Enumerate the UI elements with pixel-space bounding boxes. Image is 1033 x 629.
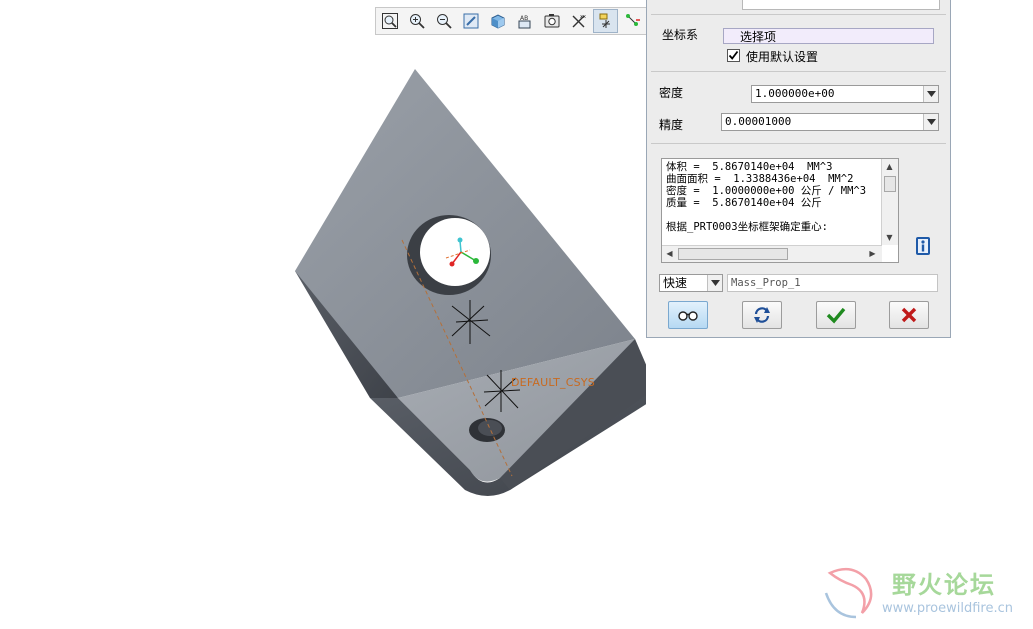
mass-properties-dialog: 坐标系 选择项 使用默认设置 密度 1.000000e+00 精度 0.0000… — [646, 0, 951, 338]
precision-combo[interactable]: 0.00001000 — [721, 113, 939, 131]
zoom-fit-button[interactable] — [378, 9, 403, 33]
chevron-down-icon[interactable] — [923, 114, 938, 130]
feature-name-field[interactable]: Mass_Prop_1 — [727, 274, 938, 292]
shaded-cube-icon — [491, 14, 505, 29]
mode-combo[interactable]: 快速 — [659, 274, 723, 292]
analysis-name-field[interactable] — [742, 0, 940, 10]
view-manager-button[interactable] — [539, 9, 564, 33]
zoom-out-icon — [437, 14, 452, 29]
precision-label: 精度 — [659, 118, 684, 132]
named-view-icon: AB — [518, 15, 531, 29]
annotation-display-button[interactable]: xx — [566, 9, 591, 33]
datum-display-button[interactable] — [593, 9, 619, 33]
large-hole-opening — [420, 218, 490, 286]
forum-watermark: 野火论坛 www.proewildfire.cn — [822, 563, 1022, 623]
scroll-thumb[interactable] — [884, 176, 896, 192]
density-value: 1.000000e+00 — [755, 87, 835, 100]
checkmark-icon — [728, 50, 739, 60]
preview-button[interactable] — [668, 301, 708, 329]
divider — [651, 71, 946, 72]
datum-display-icon — [599, 13, 610, 28]
divider — [651, 143, 946, 144]
ok-button[interactable] — [816, 301, 856, 329]
part-model — [295, 69, 646, 496]
scroll-left-icon[interactable]: ◀ — [662, 246, 677, 261]
use-default-label: 使用默认设置 — [746, 50, 819, 64]
view-toolbar: AB xx — [375, 7, 647, 35]
annotation-icon: xx — [572, 14, 586, 28]
refit-icon — [382, 13, 399, 29]
mode-value: 快速 — [663, 276, 688, 290]
repaint-button[interactable] — [459, 9, 484, 33]
cancel-x-icon — [901, 307, 917, 323]
spin-center-button[interactable] — [620, 9, 645, 33]
spin-center-icon — [625, 14, 640, 26]
flame-logo-icon — [824, 567, 873, 619]
default-csys-label: DEFAULT_CSYS — [511, 376, 595, 389]
watermark-url: www.proewildfire.cn — [882, 601, 1013, 616]
scroll-thumb[interactable] — [678, 248, 788, 260]
density-label: 密度 — [659, 86, 684, 100]
scroll-down-icon[interactable]: ▼ — [882, 230, 897, 245]
scroll-up-icon[interactable]: ▲ — [882, 159, 897, 174]
graphics-viewport[interactable]: DEFAULT_CSYS — [0, 0, 646, 629]
watermark-title: 野火论坛 — [892, 571, 996, 599]
checkmark-icon — [826, 307, 846, 324]
named-view-button[interactable]: AB — [512, 9, 537, 33]
cancel-button[interactable] — [889, 301, 929, 329]
repaint-icon — [463, 13, 479, 29]
zoom-out-button[interactable] — [432, 9, 457, 33]
vertical-scrollbar[interactable]: ▲ ▼ — [881, 159, 898, 245]
zoom-in-icon — [410, 14, 425, 29]
repeat-arrows-icon — [754, 307, 770, 323]
chevron-down-icon[interactable] — [923, 86, 938, 102]
csys-label: 坐标系 — [662, 28, 699, 42]
horizontal-scrollbar[interactable]: ◀ ▶ — [662, 245, 882, 262]
zoom-in-button[interactable] — [405, 9, 430, 33]
divider — [651, 14, 946, 15]
svg-text:xx: xx — [580, 14, 586, 20]
display-style-button[interactable] — [486, 9, 511, 33]
precision-value: 0.00001000 — [725, 115, 792, 128]
chevron-down-icon[interactable] — [707, 275, 722, 291]
use-default-checkbox[interactable] — [727, 49, 740, 62]
preview-glasses-icon — [678, 311, 698, 321]
scroll-right-icon[interactable]: ▶ — [865, 246, 880, 261]
info-icon[interactable] — [915, 236, 931, 256]
results-text: 体积 = 5.8670140e+04 MM^3 曲面面积 = 1.3388436… — [666, 161, 867, 233]
csys-collector[interactable]: 选择项 — [723, 28, 934, 44]
density-combo[interactable]: 1.000000e+00 — [751, 85, 939, 103]
repeat-button[interactable] — [742, 301, 782, 329]
view-manager-icon — [544, 14, 560, 28]
results-panel: 体积 = 5.8670140e+04 MM^3 曲面面积 = 1.3388436… — [661, 158, 899, 263]
